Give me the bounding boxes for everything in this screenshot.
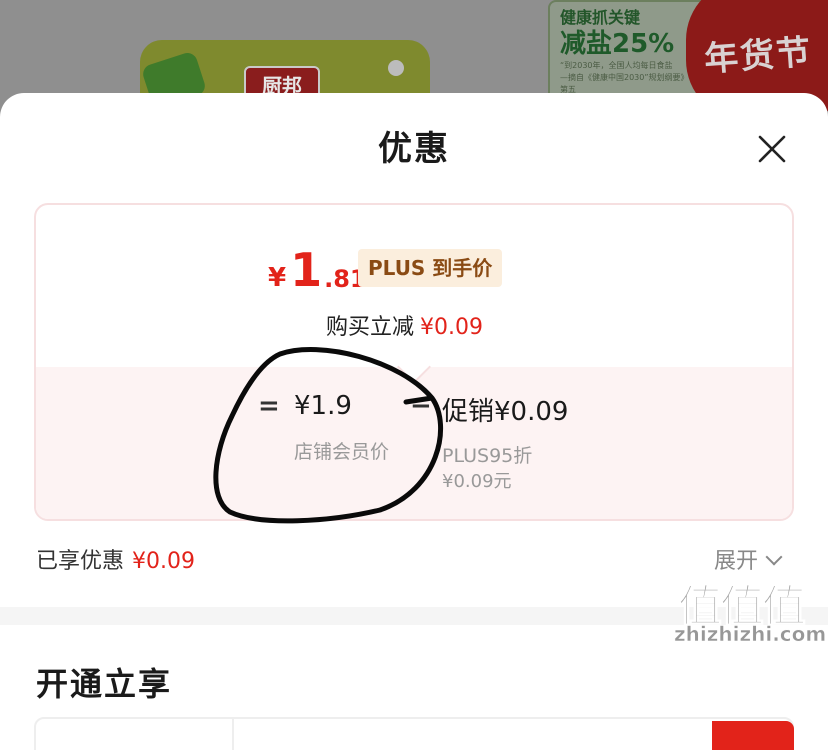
reduce-label: 购买立减 — [326, 315, 415, 340]
promo-line-1: 健康抓关键 — [560, 8, 641, 27]
price-breakdown-card: ¥ 1 .81 PLUS 到手价 购买立减 ¥0.09 = ¥1.9 店铺会员价 … — [34, 203, 794, 521]
saved-amount: ¥0.09 — [132, 549, 195, 574]
equals-operator: = — [258, 391, 280, 421]
option-divider — [232, 719, 234, 750]
price-integer: 1 — [290, 243, 323, 297]
membership-option-card[interactable] — [34, 717, 794, 750]
saved-label: 已享优惠 — [36, 549, 125, 574]
site-watermark: 值值值 zhizhizhi.com — [672, 570, 828, 660]
currency-symbol: ¥ — [268, 263, 287, 293]
plus-discount-label: PLUS95折 — [442, 445, 533, 467]
chevron-down-icon — [765, 548, 783, 566]
sheet-title: 优惠 — [378, 129, 450, 169]
reduce-amount: ¥0.09 — [420, 315, 483, 340]
instant-reduction: 购买立减 ¥0.09 — [326, 309, 483, 341]
open-membership-title: 开通立享 — [36, 665, 173, 703]
member-price-value: ¥1.9 — [294, 391, 352, 421]
member-price-label: 店铺会员价 — [294, 441, 390, 463]
saved-discount-row: 已享优惠 ¥0.09 — [36, 543, 195, 575]
promo-small-1: “到2030年，全国人均每日食盐 — [560, 61, 673, 70]
watermark-site: zhizhizhi.com — [674, 622, 827, 647]
pouch-hole — [388, 60, 404, 76]
minus-operator: − — [410, 391, 432, 421]
close-button[interactable] — [752, 129, 792, 169]
plus-price-badge: PLUS 到手价 — [358, 249, 503, 287]
close-icon — [758, 135, 786, 163]
final-price: ¥ 1 .81 — [268, 245, 367, 295]
promo-line-2: 减盐25% — [560, 29, 675, 59]
plus-discount-sub: ¥0.09元 — [442, 471, 512, 492]
festival-label: 年货节 — [702, 32, 814, 80]
promo-value: 促销¥0.09 — [442, 397, 569, 427]
open-membership-button[interactable] — [712, 721, 794, 750]
